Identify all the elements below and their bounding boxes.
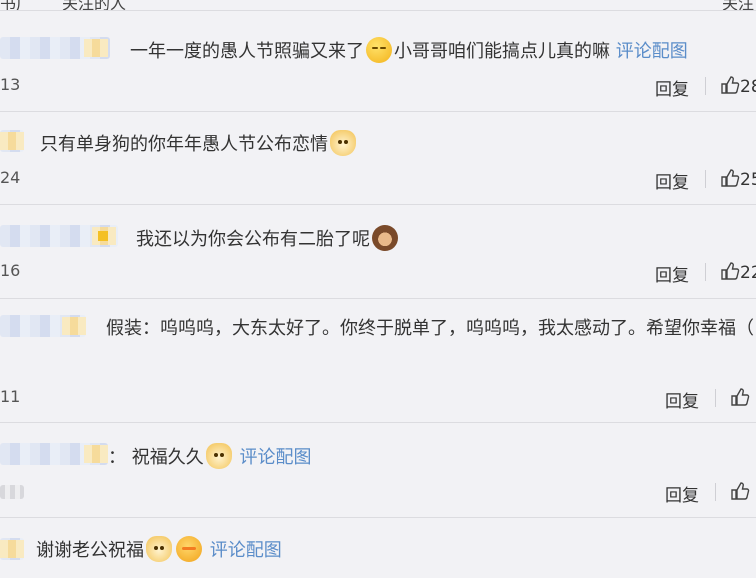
comment-text: 只有单身狗的你年年愚人节公布恋情 xyxy=(40,130,358,157)
dog-emoji-icon xyxy=(330,130,356,156)
username-blurred[interactable] xyxy=(0,443,108,465)
comment-count: 11 xyxy=(0,387,21,406)
comment-text: 一年一度的愚人节照骗又来了 小哥哥咱们能搞点儿真的嘛 评论配图 xyxy=(130,37,688,64)
comment-item: 一年一度的愚人节照骗又来了小哥哥咱们能搞点儿真的嘛 评论配图 13 回复 28 xyxy=(0,11,756,112)
like-button[interactable] xyxy=(730,387,750,409)
like-button[interactable]: 22 xyxy=(720,261,756,283)
username-blurred[interactable] xyxy=(0,130,24,152)
divider xyxy=(715,389,716,407)
comment-text: ： 祝福久久 评论配图 xyxy=(108,443,311,470)
thumbs-up-icon xyxy=(731,482,750,500)
dog-emoji-icon xyxy=(146,536,172,562)
reply-button[interactable]: 回复 xyxy=(665,387,699,412)
username-blurred[interactable] xyxy=(0,315,86,337)
divider xyxy=(705,170,706,188)
reply-button[interactable]: 回复 xyxy=(655,168,689,193)
comment-text: 谢谢老公祝福 评论配图 xyxy=(36,536,282,563)
comment-item: 我还以为你会公布有二胎了呢 16 回复 22 xyxy=(0,205,756,299)
top-left-label: 书广 xyxy=(0,0,33,11)
like-button[interactable]: 25 xyxy=(720,168,756,190)
count-blurred xyxy=(0,485,24,499)
comment-image-link[interactable]: 评论配图 xyxy=(239,447,311,468)
like-button[interactable]: 28 xyxy=(720,75,756,97)
thumbs-up-icon xyxy=(721,76,740,94)
comment-item: 谢谢老公祝福 评论配图 xyxy=(0,518,756,578)
thumbs-up-icon xyxy=(721,262,740,280)
reply-button[interactable]: 回复 xyxy=(655,261,689,286)
comment-count: 13 xyxy=(0,75,21,94)
comment-item: 假装：呜呜呜，大东太好了。你终于脱单了，呜呜呜，我太感动了。希望你幸福（ 11 … xyxy=(0,299,756,423)
comment-item: ： 祝福久久 评论配图 回复 xyxy=(0,423,756,518)
like-count: 28 xyxy=(740,77,756,97)
reply-button[interactable]: 回复 xyxy=(655,75,689,100)
divider xyxy=(715,483,716,501)
like-count: 22 xyxy=(740,263,756,283)
crying-face-emoji-icon xyxy=(176,536,202,562)
comment-image-link[interactable]: 评论配图 xyxy=(210,540,282,561)
top-bar: 书广 关注的人 关注 xyxy=(0,0,756,11)
like-button[interactable] xyxy=(730,481,750,503)
thumbs-up-icon xyxy=(731,388,750,406)
comment-item: 只有单身狗的你年年愚人节公布恋情 24 回复 25 xyxy=(0,112,756,205)
comment-text: 假装：呜呜呜，大东太好了。你终于脱单了，呜呜呜，我太感动了。希望你幸福（ xyxy=(106,318,754,339)
thumbs-up-icon xyxy=(721,169,740,187)
dog-emoji-icon xyxy=(205,443,232,469)
reply-button[interactable]: 回复 xyxy=(665,481,699,506)
sleepy-face-emoji-icon xyxy=(366,37,392,63)
like-count: 25 xyxy=(740,170,756,190)
following-tab[interactable]: 关注的人 xyxy=(62,0,126,10)
username-blurred[interactable] xyxy=(0,225,118,247)
divider xyxy=(705,263,706,281)
top-right-label[interactable]: 关注 xyxy=(722,0,754,10)
comment-image-link[interactable]: 评论配图 xyxy=(616,41,688,62)
comment-count: 16 xyxy=(0,261,21,280)
divider xyxy=(705,77,706,95)
username-blurred[interactable] xyxy=(0,37,110,59)
monkey-emoji-icon xyxy=(372,225,398,251)
comment-count: 24 xyxy=(0,168,21,187)
username-blurred[interactable] xyxy=(0,538,24,560)
comment-text: 我还以为你会公布有二胎了呢 xyxy=(136,225,400,252)
